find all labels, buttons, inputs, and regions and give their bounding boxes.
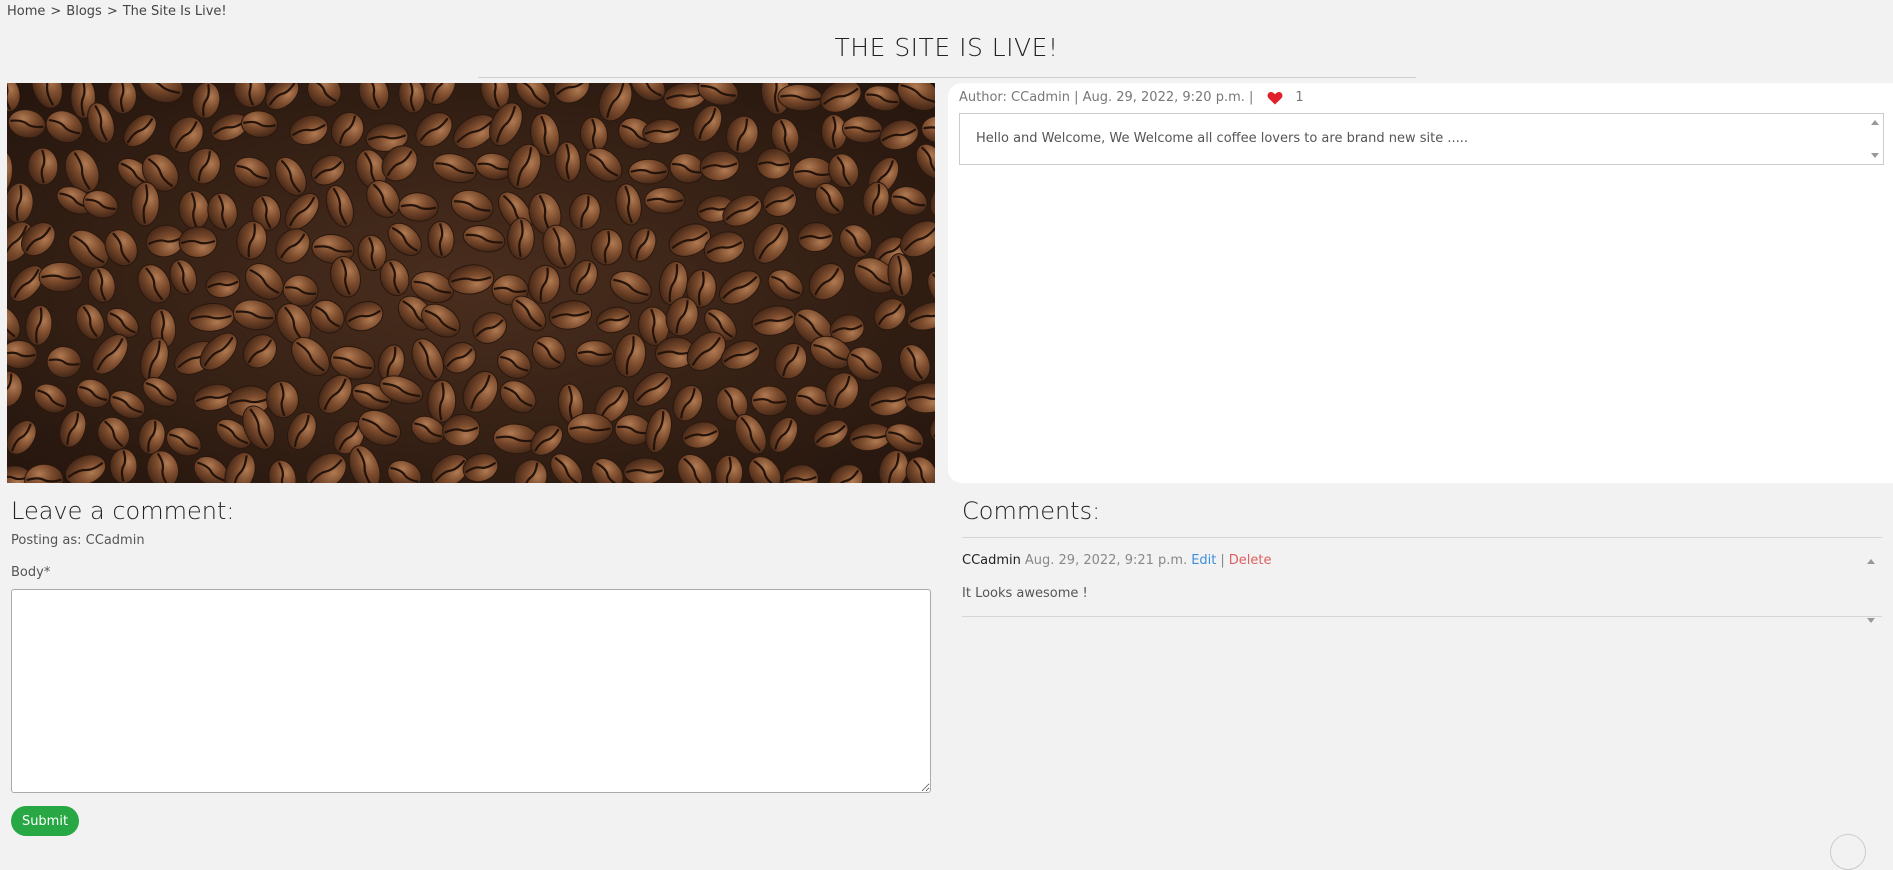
coffee-beans-image [7, 83, 935, 483]
delete-comment-link[interactable]: Delete [1229, 553, 1272, 568]
comment-body-textarea[interactable] [11, 589, 931, 793]
title-divider [478, 77, 1416, 78]
body-field-label: Body* [11, 565, 51, 580]
comment-author: CCadmin [962, 553, 1021, 568]
comment-header: CCadmin Aug. 29, 2022, 9:21 p.m. Edit | … [962, 553, 1272, 568]
comments-divider [962, 537, 1882, 538]
scroll-up-icon[interactable] [1871, 120, 1879, 125]
page-title: THE SITE IS LIVE! [834, 33, 1059, 62]
post-meta: Author: CCadmin | Aug. 29, 2022, 9:20 p.… [959, 90, 1304, 105]
scroll-down-icon[interactable] [1871, 153, 1879, 158]
scroll-to-top-button[interactable] [1830, 834, 1866, 870]
post-body-text: Hello and Welcome, We Welcome all coffee… [976, 131, 1469, 146]
submit-button[interactable]: Submit [11, 806, 79, 836]
leave-comment-heading: Leave a comment: [11, 497, 235, 525]
coffee-bean [628, 158, 669, 185]
breadcrumb-current: The Site Is Live! [122, 4, 227, 19]
breadcrumb-blogs-link[interactable]: Blogs [66, 4, 102, 19]
comment-action-separator: | [1220, 553, 1225, 568]
comments-scroll-down-icon[interactable] [1867, 618, 1875, 623]
coffee-bean [644, 186, 686, 214]
comment-text: It Looks awesome ! [962, 586, 1088, 601]
edit-comment-link[interactable]: Edit [1191, 553, 1216, 568]
comment-date: Aug. 29, 2022, 9:21 p.m. [1024, 553, 1188, 568]
comments-heading: Comments: [962, 497, 1101, 525]
coffee-bean [575, 340, 615, 367]
comments-scroll-up-icon[interactable] [1867, 559, 1875, 564]
posting-as-label: Posting as: CCadmin [11, 533, 145, 548]
hero-image [7, 83, 935, 483]
breadcrumb-separator: > [50, 4, 62, 19]
coffee-bean [38, 261, 84, 293]
breadcrumb-separator: > [106, 4, 118, 19]
post-author-date: Author: CCadmin | Aug. 29, 2022, 9:20 p.… [959, 90, 1254, 105]
coffee-bean [109, 448, 138, 483]
breadcrumb-home-link[interactable]: Home [7, 4, 45, 19]
like-count: 1 [1295, 90, 1304, 105]
breadcrumb: Home > Blogs > The Site Is Live! [7, 4, 227, 19]
post-panel: Author: CCadmin | Aug. 29, 2022, 9:20 p.… [948, 83, 1893, 483]
heart-icon[interactable] [1267, 91, 1283, 105]
coffee-bean [566, 412, 614, 445]
coffee-bean [507, 217, 535, 260]
coffee-bean [756, 147, 792, 180]
comments-divider-bottom [962, 616, 1882, 617]
post-body-box[interactable]: Hello and Welcome, We Welcome all coffee… [959, 113, 1884, 165]
